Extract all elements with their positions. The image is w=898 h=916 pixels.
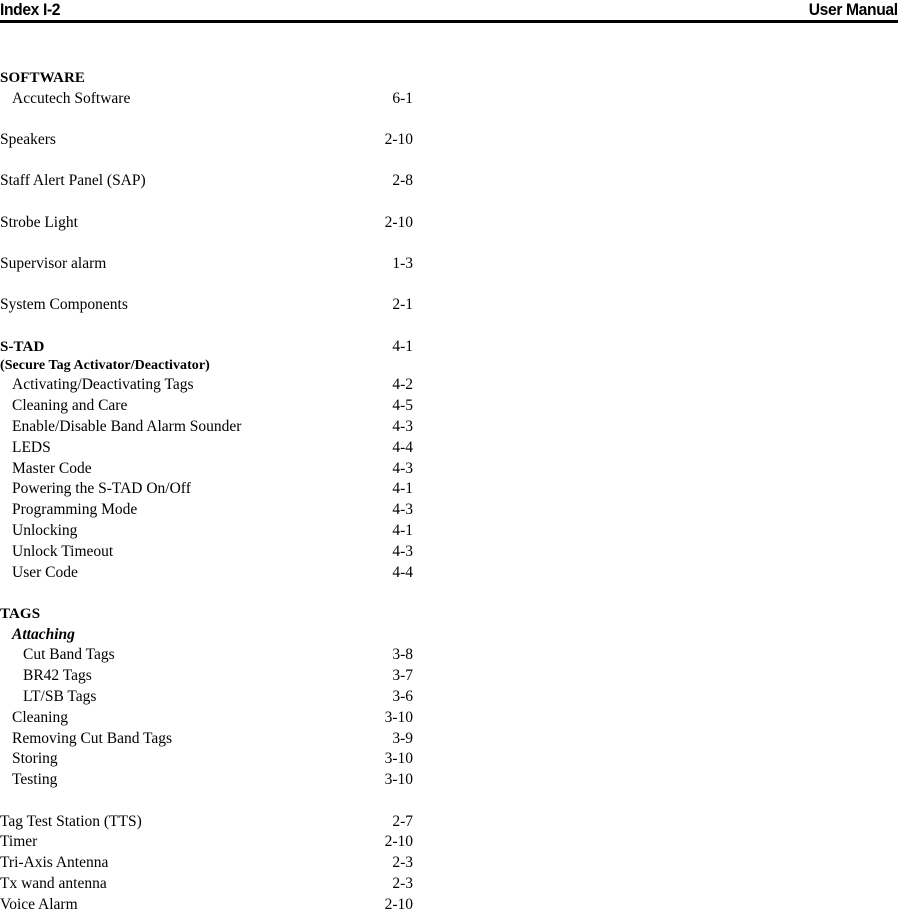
index-entry[interactable]: Unlocking 4-1: [0, 521, 430, 542]
entry-spacer: [0, 110, 430, 131]
index-entry-page-number: 2-7: [392, 812, 413, 830]
index-entry-label: TAGS: [0, 605, 41, 622]
index-entry-list: SOFTWARE Accutech Software 6-1 Speakers 2-10…: [0, 68, 430, 916]
index-entry[interactable]: System Components 2-1: [0, 295, 430, 316]
index-entry[interactable]: Accutech Software 6-1: [0, 89, 430, 110]
entry-spacer: [0, 316, 430, 337]
index-entry[interactable]: Unlock Timeout 4-3: [0, 542, 430, 563]
index-entry-page-number: 4-1: [392, 337, 413, 355]
index-entry-page-number: 3-8: [392, 646, 413, 664]
page-header: Index I-2 User Manual: [0, 0, 898, 24]
index-entry-page-number: 4-1: [392, 521, 413, 539]
index-entry[interactable]: Strobe Light 2-10: [0, 213, 430, 234]
index-entry-page-number: 1-3: [392, 254, 413, 272]
index-entry[interactable]: Staff Alert Panel (SAP) 2-8: [0, 171, 430, 192]
index-entry[interactable]: Master Code 4-3: [0, 459, 430, 480]
entry-spacer: [0, 791, 430, 812]
index-entry-page-number: 4-3: [392, 459, 413, 477]
index-entry-page-number: 2-1: [392, 296, 413, 314]
index-entry[interactable]: Removing Cut Band Tags 3-9: [0, 729, 430, 750]
index-entry-page-number: 4-3: [392, 542, 413, 560]
header-left-title: Index I-2: [0, 0, 61, 19]
index-entry[interactable]: SOFTWARE: [0, 68, 430, 89]
header-right-title: User Manual: [809, 0, 898, 19]
index-entry-label: Attaching: [12, 625, 75, 643]
index-entry[interactable]: Tri-Axis Antenna 2-3: [0, 853, 430, 874]
index-entry-page-number: 2-10: [384, 895, 413, 913]
index-entry[interactable]: BR42 Tags 3-7: [0, 666, 430, 687]
entry-spacer: [0, 151, 430, 172]
index-entry-page-number: 6-1: [392, 89, 413, 107]
index-entry[interactable]: Tag Test Station (TTS) 2-7: [0, 812, 430, 833]
index-entry[interactable]: User Code 4-4: [0, 563, 430, 584]
index-entry[interactable]: Testing 3-10: [0, 770, 430, 791]
index-entry-label: SOFTWARE: [0, 70, 85, 86]
index-entry-page-number: 3-10: [384, 771, 413, 789]
index-entry[interactable]: TAGS: [0, 604, 430, 625]
index-entry[interactable]: Voice Alarm 2-10: [0, 895, 430, 916]
index-entry-page-number: 2-10: [384, 833, 413, 851]
index-entry[interactable]: S-TAD 4-1: [0, 337, 430, 358]
index-entry-page-number: 3-7: [392, 667, 413, 685]
index-entry-page-number: 3-10: [384, 708, 413, 726]
index-entry[interactable]: Storing 3-10: [0, 749, 430, 770]
index-entry[interactable]: Attaching: [0, 625, 430, 646]
index-entry[interactable]: Timer 2-10: [0, 832, 430, 853]
index-entry[interactable]: Supervisor alarm 1-3: [0, 254, 430, 275]
index-entry-page-number: 4-3: [392, 501, 413, 519]
index-entry-page-number: 4-1: [392, 480, 413, 498]
index-entry-page-number: 4-4: [392, 563, 413, 581]
index-entry-page-number: 4-4: [392, 438, 413, 456]
index-entry[interactable]: Cleaning 3-10: [0, 708, 430, 729]
header-row: Index I-2 User Manual: [0, 0, 898, 20]
index-entry-page-number: 2-10: [384, 213, 413, 231]
index-entry[interactable]: Activating/Deactivating Tags 4-2: [0, 375, 430, 396]
index-entry-page-number: 2-10: [384, 131, 413, 149]
index-entry[interactable]: LEDS 4-4: [0, 438, 430, 459]
index-entry-page-number: 2-8: [392, 172, 413, 190]
entry-spacer: [0, 275, 430, 296]
index-entry-page-number: 2-3: [392, 854, 413, 872]
entry-spacer: [0, 583, 430, 604]
entry-spacer: [0, 233, 430, 254]
index-entry-page-number: 3-6: [392, 688, 413, 706]
header-rule: [0, 20, 898, 23]
index-entry[interactable]: Powering the S-TAD On/Off 4-1: [0, 479, 430, 500]
index-entry[interactable]: Programming Mode 4-3: [0, 500, 430, 521]
index-entry[interactable]: LT/SB Tags 3-6: [0, 687, 430, 708]
index-entry-page-number: 2-3: [392, 874, 413, 892]
index-entry[interactable]: (Secure Tag Activator/Deactivator): [0, 357, 430, 375]
index-entry[interactable]: Tx wand antenna 2-3: [0, 874, 430, 895]
index-entry-label: (Secure Tag Activator/Deactivator): [0, 358, 210, 374]
index-entry[interactable]: Cleaning and Care 4-5: [0, 396, 430, 417]
entry-spacer: [0, 192, 430, 213]
index-entry[interactable]: Cut Band Tags 3-8: [0, 645, 430, 666]
index-entry-page-number: 4-5: [392, 397, 413, 415]
index-entry[interactable]: Enable/Disable Band Alarm Sounder 4-3: [0, 417, 430, 438]
index-entry-page-number: 4-3: [392, 417, 413, 435]
index-entry-page-number: 4-2: [392, 376, 413, 394]
index-entry[interactable]: Speakers 2-10: [0, 130, 430, 151]
index-entry-page-number: 3-10: [384, 750, 413, 768]
index-entry-page-number: 3-9: [392, 729, 413, 747]
